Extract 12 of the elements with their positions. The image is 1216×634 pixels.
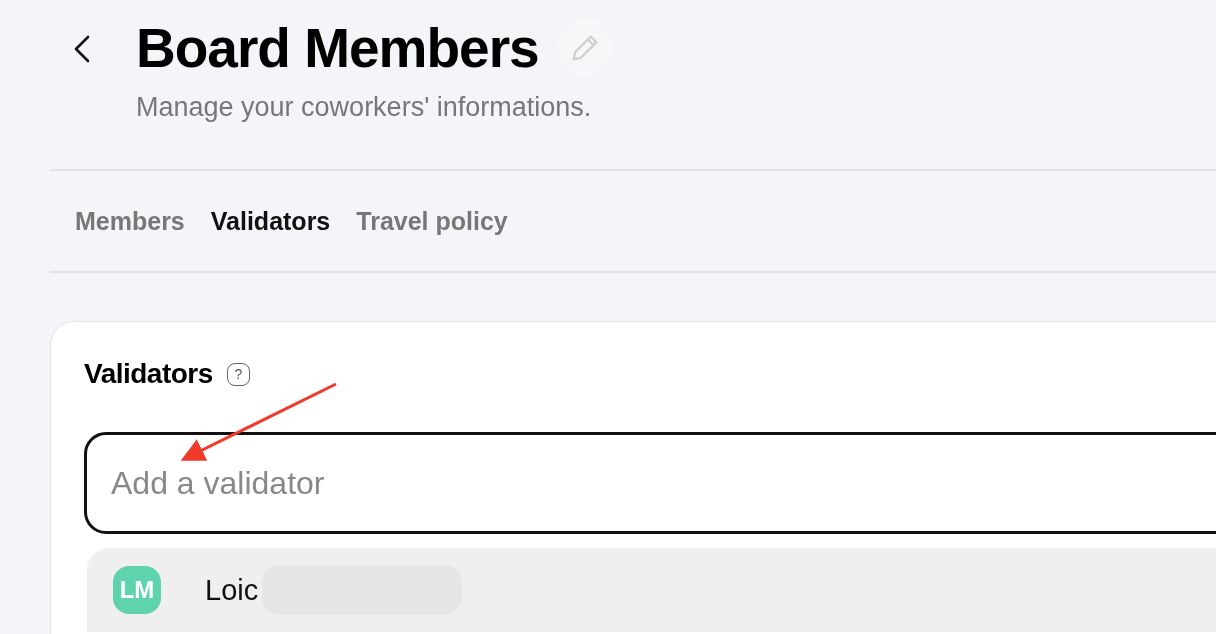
avatar: LM (113, 566, 161, 614)
help-icon[interactable]: ? (226, 362, 250, 386)
chevron-left-icon (72, 34, 92, 64)
option-name: Loic (205, 573, 259, 607)
validator-option[interactable]: LM Loic (87, 548, 1216, 632)
section-heading: Validators (84, 358, 213, 390)
page-subtitle: Manage your coworkers' informations. (136, 92, 593, 123)
tab[interactable]: Validators (199, 198, 342, 244)
tab[interactable]: Travel policy (345, 198, 519, 244)
page-title: Board Members (136, 16, 539, 80)
tab[interactable]: Members (64, 198, 196, 244)
validator-search-field[interactable]: Add a validator (84, 432, 1216, 534)
